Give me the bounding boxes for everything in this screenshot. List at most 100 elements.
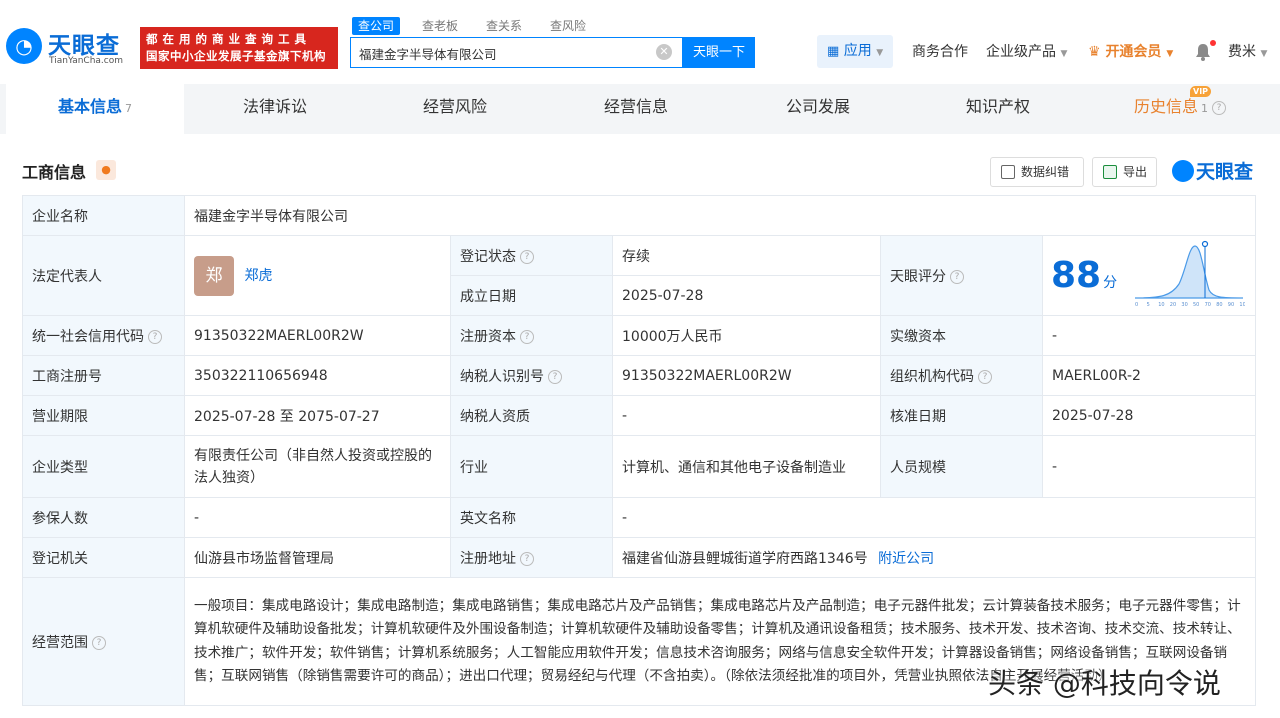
nav-business-cooperation[interactable]: 商务合作 (912, 37, 968, 68)
taxpayer-id-label-cell: 纳税人识别号? (450, 355, 613, 396)
legal-rep-link[interactable]: 郑虎 (244, 268, 272, 284)
monitor-bell-icon[interactable]: ● (96, 160, 116, 180)
logo-icon (1172, 160, 1194, 182)
insured: - (184, 497, 451, 538)
clear-icon[interactable]: ✕ (656, 44, 672, 60)
avatar[interactable]: 郑 (194, 255, 234, 296)
score-tick-label: 50 (1193, 302, 1199, 308)
top-bar: ◔ 天眼查 TianYanCha.com 都 在 用 的 商 业 查 询 工 具… (0, 0, 1280, 84)
help-icon[interactable]: ? (548, 369, 562, 384)
help-icon[interactable]: ? (520, 551, 534, 566)
search-tab-company[interactable]: 查公司 (352, 17, 401, 35)
paid-capital-label: 实缴资本 (880, 315, 1043, 356)
tax-qual-label: 纳税人资质 (450, 395, 613, 436)
staff: - (1041, 435, 1257, 498)
tab-history[interactable]: 历史信息 1? (1090, 84, 1270, 134)
reg-capital: 10000万人民币 (612, 315, 881, 356)
type-label: 企业类型 (22, 435, 185, 498)
term-label: 营业期限 (22, 395, 185, 436)
logo-text: 天眼查 (48, 33, 120, 59)
tab-development[interactable]: 公司发展 (728, 84, 908, 134)
help-icon[interactable]: ? (978, 369, 992, 384)
help-icon[interactable]: ? (520, 329, 534, 344)
nav-vip[interactable]: ♛ 开通会员 ▼ (1088, 37, 1173, 68)
org-code-label-cell: 组织机构代码? (880, 355, 1043, 396)
slogan-banner: 都 在 用 的 商 业 查 询 工 具 国家中小企业发展子基金旗下机构 (140, 27, 338, 69)
score-distribution-chart: 0 5 10 20 30 50 70 80 90 100 (1134, 240, 1245, 308)
help-icon[interactable]: ? (92, 635, 106, 650)
table-row: 企业类型 有限责任公司（非自然人投资或控股的法人独资） 行业 计算机、通信和其他… (22, 435, 1257, 498)
reg-no-label: 工商注册号 (22, 355, 185, 396)
tab-business-info[interactable]: 经营信息 (546, 84, 726, 134)
industry-label: 行业 (450, 435, 613, 498)
approve-date-label: 核准日期 (880, 395, 1043, 436)
data-correction-button[interactable]: 数据纠错 (990, 157, 1084, 187)
chevron-down-icon: ▼ (1166, 49, 1174, 59)
help-icon[interactable]: ? (148, 329, 162, 344)
score-tick-label: 20 (1170, 302, 1176, 308)
help-icon[interactable]: ? (520, 249, 534, 264)
score-unit: 分 (1103, 275, 1118, 291)
search-tab-boss[interactable]: 查老板 (416, 17, 464, 35)
help-icon: ? (1212, 100, 1226, 115)
slogan-line-2: 国家中小企业发展子基金旗下机构 (146, 49, 326, 63)
search-tab-relation[interactable]: 查关系 (480, 17, 528, 35)
company-name-label: 企业名称 (22, 195, 185, 236)
score-tick-label: 10 (1158, 302, 1164, 308)
score-tick-label: 30 (1181, 302, 1187, 308)
logo[interactable]: ◔ 天眼查 TianYanCha.com (6, 26, 134, 68)
search-input[interactable]: 福建金字半导体有限公司 ✕ (350, 37, 683, 68)
tab-basic-info-label: 基本信息 (57, 97, 122, 116)
search-input-value: 福建金字半导体有限公司 (359, 47, 497, 62)
legal-rep-label: 法定代表人 (22, 235, 185, 316)
chevron-down-icon: ▼ (876, 48, 884, 58)
score-tick-label: 100 (1239, 302, 1245, 308)
nav-enterprise-label: 企业级产品 (986, 44, 1056, 60)
user-menu[interactable]: 费米 ▼ (1228, 37, 1267, 68)
est-date-label: 成立日期 (450, 275, 613, 316)
detail-tabs: 基本信息 7 法律诉讼 经营风险 经营信息 公司发展 知识产权 历史信息 1? (0, 84, 1280, 134)
vip-badge: VIP (1190, 86, 1212, 97)
search-type-tabs: 查公司 查老板 查关系 查风险 (352, 17, 608, 35)
english-label: 英文名称 (450, 497, 613, 538)
crown-icon: ♛ (1088, 44, 1101, 60)
score-tick-label: 0 (1135, 302, 1138, 308)
taxpayer-id: 91350322MAERL00R2W (612, 355, 881, 396)
table-row: 企业名称 福建金字半导体有限公司 (22, 195, 1257, 236)
reg-capital-label-cell: 注册资本? (450, 315, 613, 356)
score-label-cell: 天眼评分? (880, 235, 1043, 316)
score-label: 天眼评分 (890, 268, 946, 285)
help-icon[interactable]: ? (950, 269, 964, 284)
search-button[interactable]: 天眼一下 (683, 37, 755, 68)
nav-enterprise-products[interactable]: 企业级产品 ▼ (986, 37, 1067, 68)
nav-vip-label: 开通会员 (1105, 44, 1162, 60)
brand-logo: 天眼查 (1172, 157, 1253, 184)
approve-date: 2025-07-28 (1041, 395, 1257, 436)
tab-ip[interactable]: 知识产权 (908, 84, 1088, 134)
logo-icon: ◔ (6, 28, 42, 64)
address-label-cell: 注册地址? (450, 537, 613, 578)
reg-status: 存续 (612, 235, 881, 276)
data-correction-label: 数据纠错 (1021, 165, 1070, 179)
table-row: 法定代表人 郑 郑虎 登记状态? 存续 天眼评分? 88 分 0 5 10 20 30 50… (22, 235, 1257, 316)
watermark: 头条 @科技向令说 (988, 667, 1221, 700)
apps-menu-button[interactable]: ▦ 应用 ▼ (817, 35, 893, 68)
tab-basic-info[interactable]: 基本信息 7 (6, 84, 184, 134)
credit-code-label-cell: 统一社会信用代码? (22, 315, 185, 356)
score-tick-label: 5 (1147, 302, 1150, 308)
scope-label: 经营范围 (32, 634, 88, 651)
search-tab-risk[interactable]: 查风险 (544, 17, 592, 35)
table-row: 参保人数 - 英文名称 - (22, 497, 1257, 538)
excel-icon (1103, 165, 1117, 179)
tab-legal[interactable]: 法律诉讼 (186, 84, 364, 134)
company-type: 有限责任公司（非自然人投资或控股的法人独资） (184, 435, 451, 498)
document-icon (1001, 165, 1015, 179)
reg-no: 350322110656948 (184, 355, 451, 396)
staff-label: 人员规模 (880, 435, 1043, 498)
address: 福建省仙游县鲤城街道学府西路1346号 (622, 550, 868, 567)
apps-label: 应用 (843, 43, 872, 59)
export-button[interactable]: 导出 (1092, 157, 1157, 187)
nearby-companies-link[interactable]: 附近公司 (878, 551, 934, 567)
tab-business-risk[interactable]: 经营风险 (366, 84, 544, 134)
authority: 仙游县市场监督管理局 (184, 537, 451, 578)
